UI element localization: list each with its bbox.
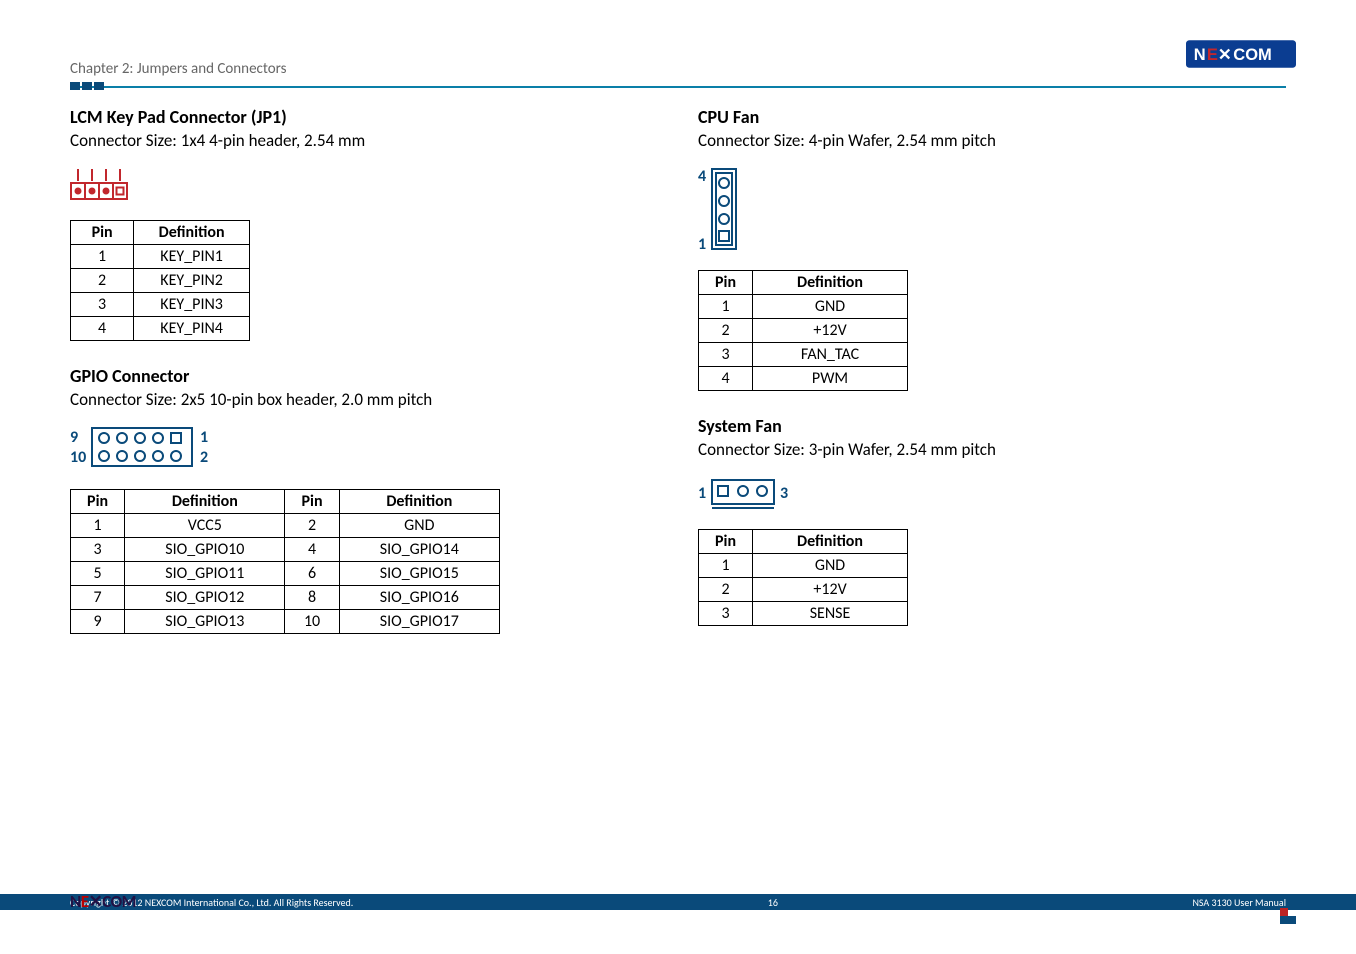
table-row: 9SIO_GPIO1310SIO_GPIO17 bbox=[71, 610, 500, 634]
sysfan-title: System Fan bbox=[698, 415, 1286, 437]
table-row: 3SIO_GPIO104SIO_GPIO14 bbox=[71, 538, 500, 562]
sysfan-sub: Connector Size: 3-pin Wafer, 2.54 mm pit… bbox=[698, 439, 1286, 460]
table-row: 5SIO_GPIO116SIO_GPIO15 bbox=[71, 562, 500, 586]
brand-logo: N E ✕ COM bbox=[1186, 40, 1296, 73]
table-row: 2+12V bbox=[699, 578, 908, 602]
th-pin: Pin bbox=[71, 221, 134, 245]
svg-text:E: E bbox=[1207, 46, 1218, 64]
table-row: 1GND bbox=[699, 295, 908, 319]
left-column: LCM Key Pad Connector (JP1) Connector Si… bbox=[70, 100, 658, 658]
table-row: 4KEY_PIN4 bbox=[71, 317, 250, 341]
cpufan-sub: Connector Size: 4-pin Wafer, 2.54 mm pit… bbox=[698, 130, 1286, 151]
table-row: 1VCC52GND bbox=[71, 514, 500, 538]
table-row: Pin Definition bbox=[71, 221, 250, 245]
gpio-table: Pin Definition Pin Definition 1VCC52GND … bbox=[70, 489, 500, 634]
footer-bar: Copyright © 2012 NEXCOM International Co… bbox=[0, 894, 1356, 910]
svg-text:3: 3 bbox=[780, 484, 788, 503]
footer-logo: NE✕COM bbox=[70, 891, 136, 912]
diag-label: 2 bbox=[200, 448, 208, 467]
sysfan-diagram: 1 3 bbox=[698, 474, 1286, 519]
table-row: 1GND bbox=[699, 554, 908, 578]
table-row: 4PWM bbox=[699, 367, 908, 391]
gpio-sub: Connector Size: 2x5 10-pin box header, 2… bbox=[70, 389, 658, 410]
svg-text:1: 1 bbox=[698, 484, 706, 503]
jp1-title: LCM Key Pad Connector (JP1) bbox=[70, 106, 658, 128]
svg-text:4: 4 bbox=[698, 167, 706, 186]
jp1-diagram bbox=[70, 165, 658, 210]
svg-text:✕: ✕ bbox=[1218, 46, 1232, 64]
svg-text:N: N bbox=[1194, 46, 1206, 64]
diag-label: 1 bbox=[200, 428, 208, 447]
table-row: Pin Definition bbox=[699, 271, 908, 295]
table-row: 2+12V bbox=[699, 319, 908, 343]
divider bbox=[70, 82, 1286, 90]
page: N E ✕ COM Chapter 2: Jumpers and Connect… bbox=[0, 0, 1356, 954]
table-row: 7SIO_GPIO128SIO_GPIO16 bbox=[71, 586, 500, 610]
diag-label: 9 bbox=[70, 428, 78, 447]
table-row: Pin Definition Pin Definition bbox=[71, 490, 500, 514]
table-row: 3KEY_PIN3 bbox=[71, 293, 250, 317]
table-row: 3FAN_TAC bbox=[699, 343, 908, 367]
cpufan-title: CPU Fan bbox=[698, 106, 1286, 128]
gpio-diagram: 9 10 1 2 bbox=[70, 424, 658, 479]
jp1-sub: Connector Size: 1x4 4-pin header, 2.54 m… bbox=[70, 130, 658, 151]
table-row: 1KEY_PIN1 bbox=[71, 245, 250, 269]
table-row: 2KEY_PIN2 bbox=[71, 269, 250, 293]
gpio-title: GPIO Connector bbox=[70, 365, 658, 387]
right-column: CPU Fan Connector Size: 4-pin Wafer, 2.5… bbox=[698, 100, 1286, 658]
sysfan-table: Pin Definition 1GND 2+12V 3SENSE bbox=[698, 529, 908, 626]
footer-doc: NSA 3130 User Manual bbox=[1192, 896, 1286, 909]
footer: NE✕COM Copyright © 2012 NEXCOM Internati… bbox=[0, 894, 1356, 942]
content-columns: LCM Key Pad Connector (JP1) Connector Si… bbox=[70, 100, 1286, 658]
svg-text:1: 1 bbox=[698, 235, 706, 254]
table-row: Pin Definition bbox=[699, 530, 908, 554]
chapter-heading: Chapter 2: Jumpers and Connectors bbox=[70, 60, 1286, 78]
footer-corner-icon bbox=[1280, 902, 1296, 918]
cpufan-diagram: 4 1 bbox=[698, 165, 1286, 260]
diag-label: 10 bbox=[70, 448, 86, 467]
table-row: 3SENSE bbox=[699, 602, 908, 626]
footer-page: 16 bbox=[768, 896, 778, 909]
th-def: Definition bbox=[134, 221, 250, 245]
jp1-table: Pin Definition 1KEY_PIN1 2KEY_PIN2 3KEY_… bbox=[70, 220, 250, 341]
svg-text:COM: COM bbox=[1233, 46, 1272, 64]
cpufan-table: Pin Definition 1GND 2+12V 3FAN_TAC 4PWM bbox=[698, 270, 908, 391]
